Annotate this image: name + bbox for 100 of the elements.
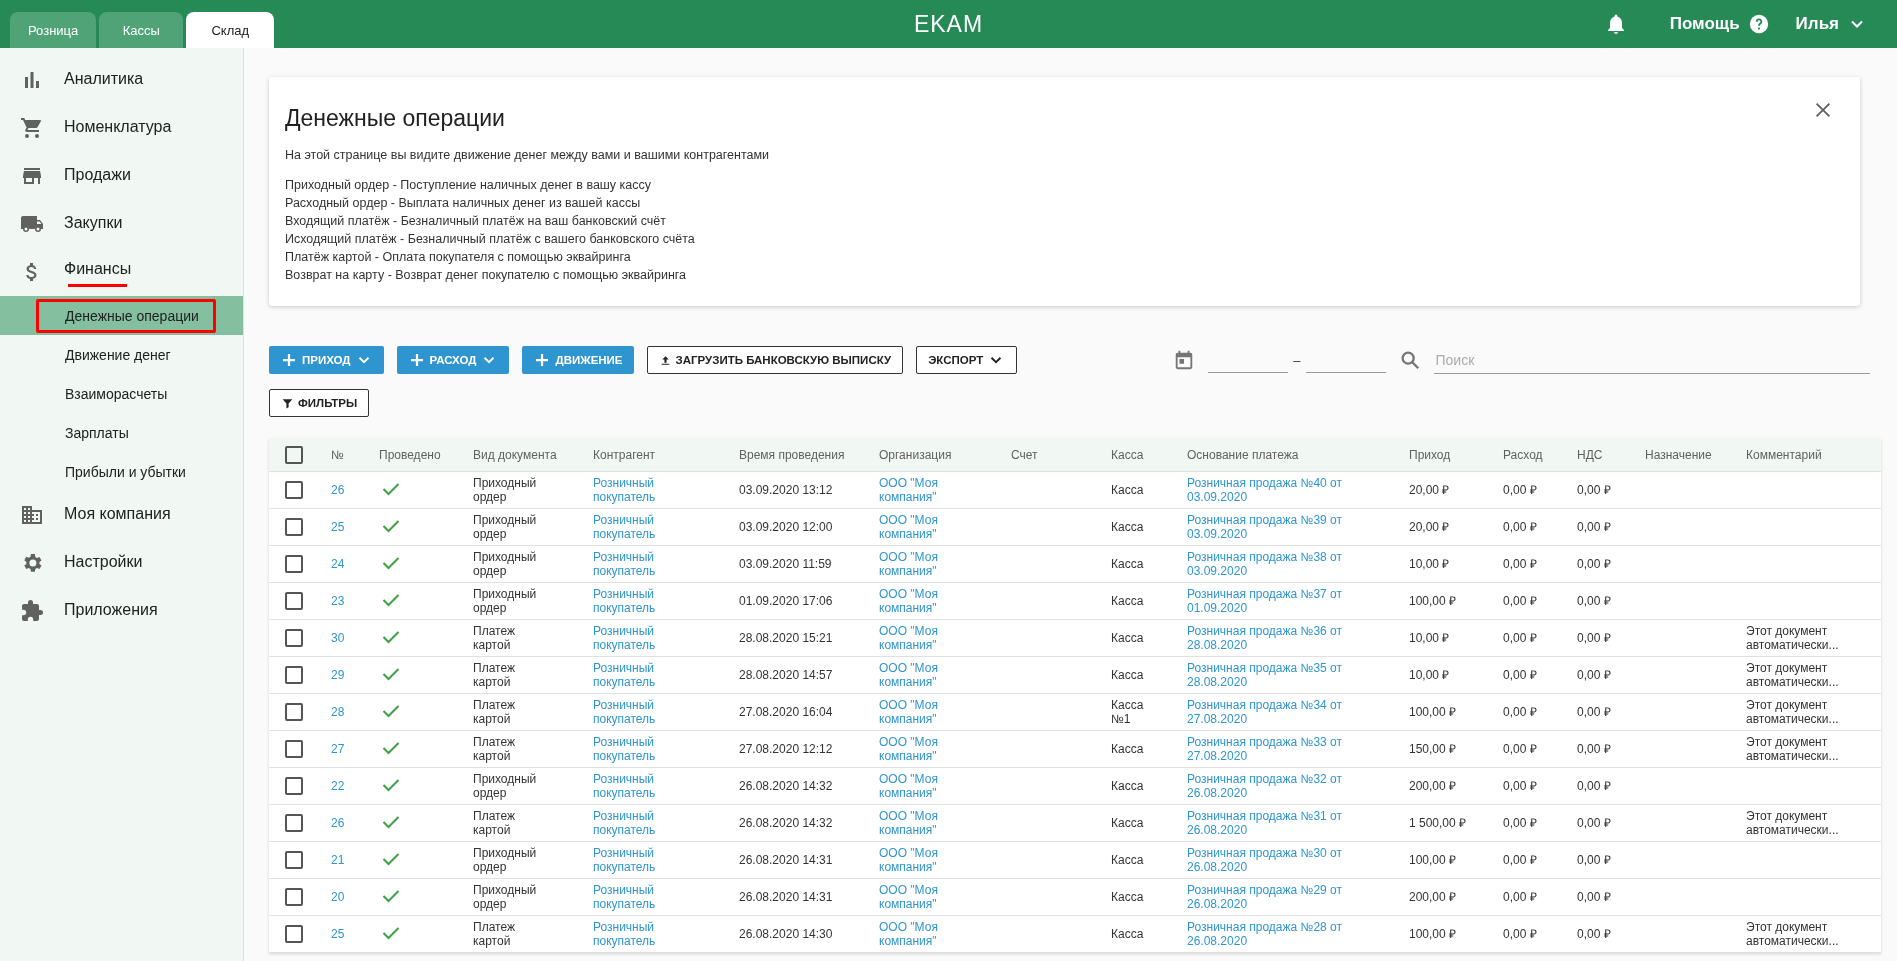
column-header[interactable]: Проведено [379, 448, 473, 462]
sidebar-subitem[interactable]: Денежные операции [0, 296, 243, 335]
row-checkbox[interactable] [285, 629, 303, 647]
sidebar-subitem[interactable]: Взаиморасчеты [0, 374, 243, 413]
document-number-link[interactable]: 28 [331, 705, 345, 719]
payment-basis-link[interactable]: Розничная продажа №37 от 01.09.2020 [1187, 587, 1352, 615]
organization-link[interactable]: ООО "Моя компания" [879, 809, 954, 837]
row-checkbox[interactable] [285, 592, 303, 610]
column-header[interactable]: НДС [1577, 448, 1645, 462]
row-checkbox[interactable] [285, 740, 303, 758]
organization-link[interactable]: ООО "Моя компания" [879, 883, 954, 911]
sidebar-item[interactable]: Приложения [64, 601, 158, 621]
column-header[interactable]: Счет [1011, 448, 1111, 462]
column-header[interactable]: Касса [1111, 448, 1187, 462]
sidebar-subitem[interactable]: Прибыли и убытки [0, 452, 243, 491]
organization-link[interactable]: ООО "Моя компания" [879, 550, 954, 578]
document-number-link[interactable]: 29 [331, 668, 345, 682]
sidebar-subitem[interactable]: Зарплаты [0, 413, 243, 452]
counterparty-link[interactable]: Розничный покупатель [593, 846, 673, 874]
row-checkbox[interactable] [285, 777, 303, 795]
counterparty-link[interactable]: Розничный покупатель [593, 587, 673, 615]
row-checkbox[interactable] [285, 851, 303, 869]
payment-basis-link[interactable]: Розничная продажа №31 от 26.08.2020 [1187, 809, 1352, 837]
counterparty-link[interactable]: Розничный покупатель [593, 809, 673, 837]
document-number-link[interactable]: 26 [331, 816, 345, 830]
document-number-link[interactable]: 21 [331, 853, 345, 867]
sidebar-subitem[interactable]: Движение денег [0, 335, 243, 374]
sidebar-item[interactable]: Номенклатура [64, 118, 172, 138]
organization-link[interactable]: ООО "Моя компания" [879, 624, 954, 652]
document-number-link[interactable]: 22 [331, 779, 345, 793]
payment-basis-link[interactable]: Розничная продажа №40 от 03.09.2020 [1187, 476, 1352, 504]
column-header[interactable]: Приход [1409, 448, 1503, 462]
payment-basis-link[interactable]: Розничная продажа №29 от 26.08.2020 [1187, 883, 1352, 911]
column-header[interactable]: Контрагент [593, 448, 739, 462]
document-number-link[interactable]: 30 [331, 631, 345, 645]
row-checkbox[interactable] [285, 666, 303, 684]
help-link[interactable]: Помощь [1669, 14, 1740, 34]
counterparty-link[interactable]: Розничный покупатель [593, 772, 673, 800]
column-header[interactable]: № [331, 448, 379, 462]
document-number-link[interactable]: 26 [331, 483, 345, 497]
counterparty-link[interactable]: Розничный покупатель [593, 661, 673, 689]
counterparty-link[interactable]: Розничный покупатель [593, 698, 673, 726]
organization-link[interactable]: ООО "Моя компания" [879, 587, 954, 615]
payment-basis-link[interactable]: Розничная продажа №30 от 26.08.2020 [1187, 846, 1352, 874]
column-header[interactable]: Время проведения [739, 448, 879, 462]
app-tab[interactable]: Кассы [99, 12, 184, 48]
document-number-link[interactable]: 24 [331, 557, 345, 571]
payment-basis-link[interactable]: Розничная продажа №33 от 27.08.2020 [1187, 735, 1352, 763]
sidebar-item[interactable]: Моя компания [64, 505, 171, 525]
column-header[interactable]: Основание платежа [1187, 448, 1409, 462]
filters-button[interactable]: ФИЛЬТРЫ [269, 389, 370, 417]
column-header[interactable]: Организация [879, 448, 1011, 462]
row-checkbox[interactable] [285, 518, 303, 536]
organization-link[interactable]: ООО "Моя компания" [879, 661, 954, 689]
payment-basis-link[interactable]: Розничная продажа №38 от 03.09.2020 [1187, 550, 1352, 578]
organization-link[interactable]: ООО "Моя компания" [879, 846, 954, 874]
counterparty-link[interactable]: Розничный покупатель [593, 476, 673, 504]
row-checkbox[interactable] [285, 555, 303, 573]
row-checkbox[interactable] [285, 481, 303, 499]
document-number-link[interactable]: 23 [331, 594, 345, 608]
row-checkbox[interactable] [285, 888, 303, 906]
counterparty-link[interactable]: Розничный покупатель [593, 735, 673, 763]
counterparty-link[interactable]: Розничный покупатель [593, 883, 673, 911]
column-header[interactable]: Расход [1503, 448, 1577, 462]
row-checkbox[interactable] [285, 814, 303, 832]
organization-link[interactable]: ООО "Моя компания" [879, 735, 954, 763]
payment-basis-link[interactable]: Розничная продажа №32 от 26.08.2020 [1187, 772, 1352, 800]
payment-basis-link[interactable]: Розничная продажа №28 от 26.08.2020 [1187, 920, 1352, 948]
counterparty-link[interactable]: Розничный покупатель [593, 624, 673, 652]
sidebar-item[interactable]: Аналитика [64, 70, 144, 90]
document-number-link[interactable]: 20 [331, 890, 345, 904]
sidebar-item[interactable]: Настройки [64, 553, 143, 573]
toolbar-button[interactable]: ЗАГРУЗИТЬ БАНКОВСКУЮ ВЫПИСКУ [646, 346, 904, 374]
row-checkbox[interactable] [285, 703, 303, 721]
column-header[interactable]: Комментарий [1746, 448, 1881, 462]
search-field[interactable]: Поиск [1433, 346, 1870, 374]
select-all-checkbox[interactable] [285, 446, 303, 464]
toolbar-button[interactable]: ПРИХОД [269, 346, 384, 374]
organization-link[interactable]: ООО "Моя компания" [879, 772, 954, 800]
document-number-link[interactable]: 25 [331, 927, 345, 941]
organization-link[interactable]: ООО "Моя компания" [879, 476, 954, 504]
help-icon[interactable] [1747, 13, 1770, 35]
app-tab[interactable]: Розница [10, 12, 97, 48]
payment-basis-link[interactable]: Розничная продажа №35 от 28.08.2020 [1187, 661, 1352, 689]
organization-link[interactable]: ООО "Моя компания" [879, 513, 954, 541]
counterparty-link[interactable]: Розничный покупатель [593, 513, 673, 541]
toolbar-button[interactable]: ДВИЖЕНИЕ [522, 346, 634, 374]
organization-link[interactable]: ООО "Моя компания" [879, 920, 954, 948]
row-checkbox[interactable] [285, 925, 303, 943]
app-tab[interactable]: Склад [186, 12, 275, 48]
payment-basis-link[interactable]: Розничная продажа №34 от 27.08.2020 [1187, 698, 1352, 726]
sidebar-item[interactable]: Финансы [64, 260, 132, 284]
payment-basis-link[interactable]: Розничная продажа №39 от 03.09.2020 [1187, 513, 1352, 541]
toolbar-button[interactable]: РАСХОД [396, 346, 510, 374]
toolbar-button[interactable]: ЭКСПОРТ [916, 346, 1018, 374]
user-menu[interactable]: Илья [1795, 14, 1839, 34]
counterparty-link[interactable]: Розничный покупатель [593, 920, 673, 948]
column-header[interactable]: Назначение [1645, 448, 1746, 462]
sidebar-item[interactable]: Продажи [64, 166, 131, 186]
organization-link[interactable]: ООО "Моя компания" [879, 698, 954, 726]
